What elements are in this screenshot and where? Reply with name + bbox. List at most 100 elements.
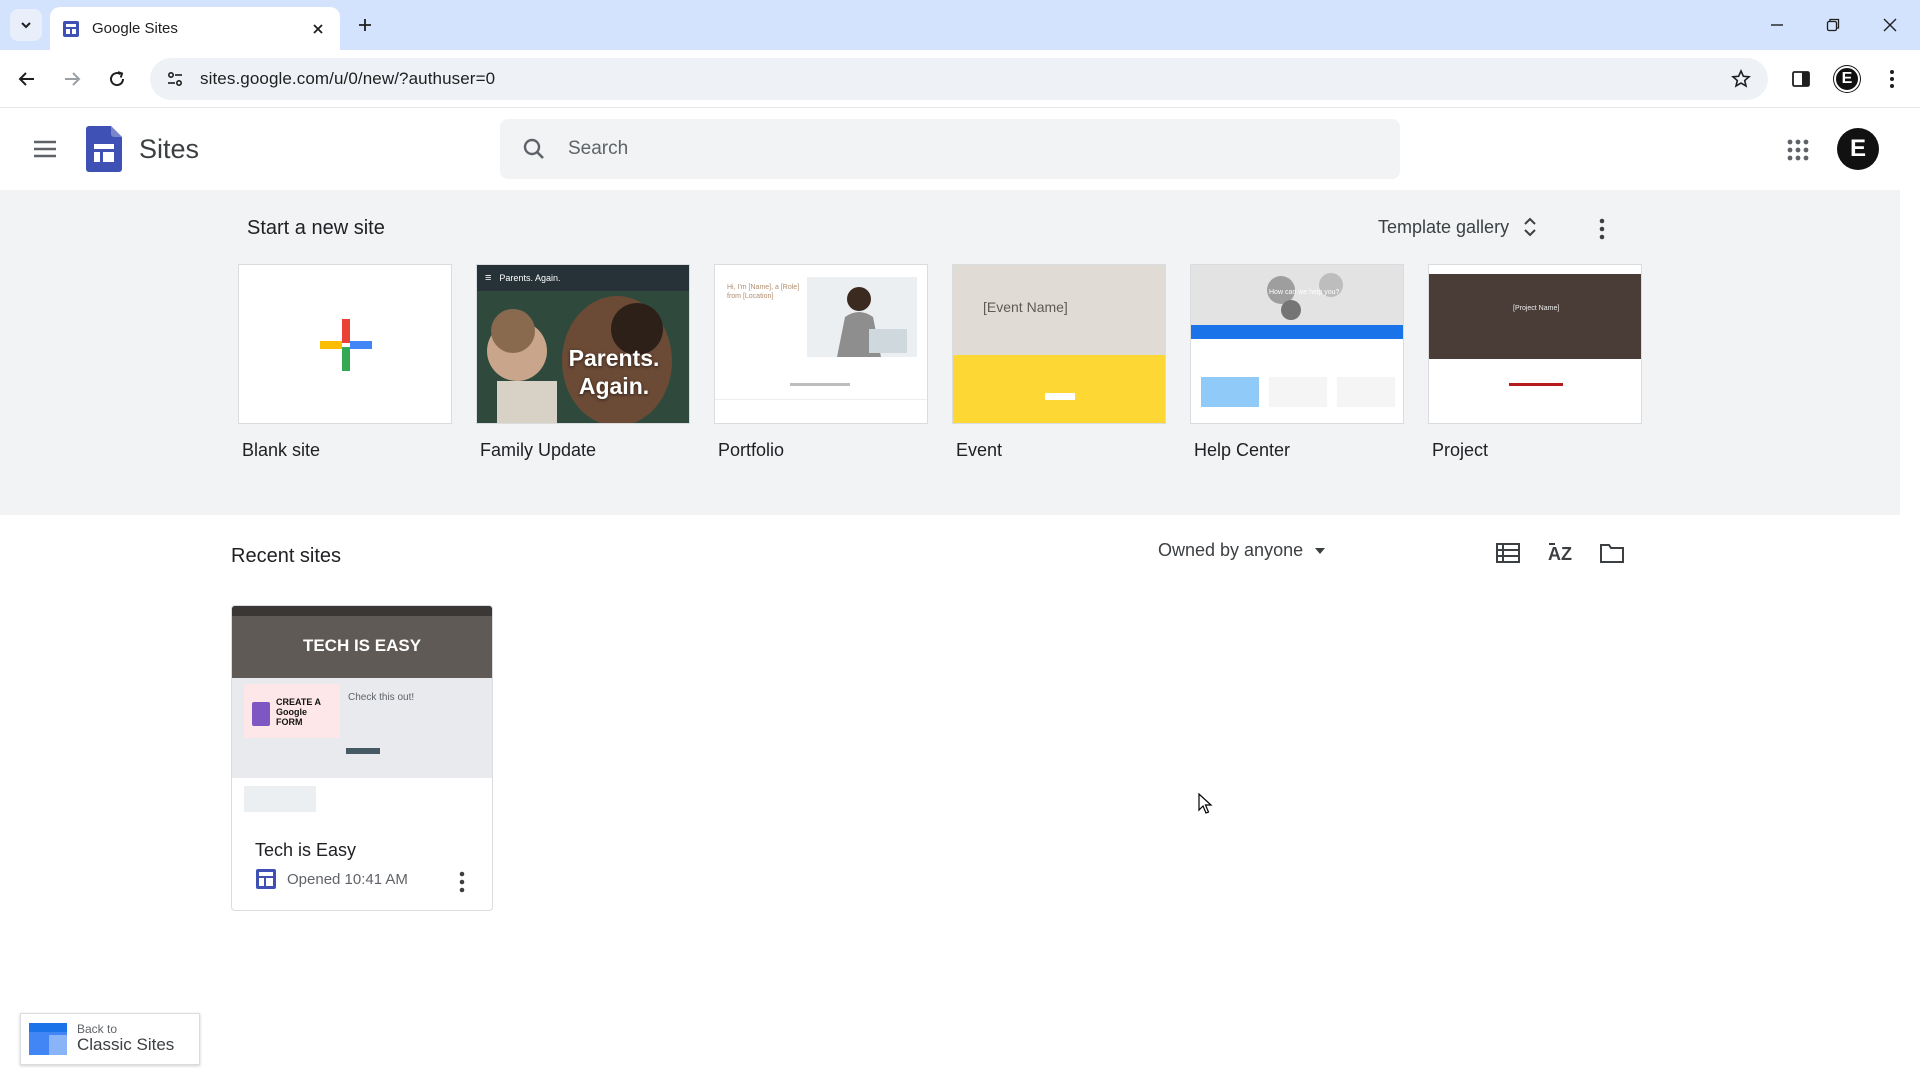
site-thumbnail[interactable]: TECH IS EASY CREATE A Google FORM Check …: [232, 606, 492, 818]
account-avatar[interactable]: E: [1837, 128, 1879, 170]
portfolio-photo-image: [807, 277, 917, 357]
thumb-navbar: ≡ Parents. Again.: [477, 265, 689, 291]
site-settings-icon[interactable]: [166, 70, 184, 88]
folder-icon: [1600, 544, 1624, 563]
tab-search-button[interactable]: [10, 9, 42, 41]
list-view-icon: [1496, 543, 1520, 563]
bookmark-button[interactable]: [1730, 68, 1752, 90]
reload-button[interactable]: [102, 64, 132, 94]
thumb-hero: [1429, 274, 1641, 359]
thumb-footer-card: [244, 786, 316, 812]
template-thumbnail[interactable]: [Event Name]: [952, 264, 1166, 424]
mouse-pointer-icon: [1198, 793, 1213, 814]
url-text[interactable]: sites.google.com/u/0/new/?authuser=0: [200, 69, 495, 89]
profile-avatar: E: [1834, 66, 1860, 92]
app-header: Sites Search E: [0, 108, 1920, 190]
sort-az-icon: AZ: [1548, 543, 1572, 564]
templates-more-button[interactable]: [1590, 214, 1614, 244]
forward-button[interactable]: [57, 64, 87, 94]
template-thumbnail[interactable]: [238, 264, 452, 424]
google-apps-button[interactable]: [1782, 134, 1814, 166]
address-bar[interactable]: sites.google.com/u/0/new/?authuser=0: [150, 58, 1768, 100]
thumb-heading: Hi, I'm [Name], a [Role] from [Location]: [727, 284, 800, 301]
template-gallery-toggle[interactable]: Template gallery: [1378, 216, 1537, 238]
restore-button[interactable]: [1818, 10, 1848, 40]
thumb-heading: How can we help you?: [1269, 289, 1340, 296]
template-label: Event: [956, 440, 1003, 460]
thumb-banner: TECH IS EASY: [232, 606, 492, 678]
thumb-footer: [715, 399, 927, 423]
svg-text:AZ: AZ: [1548, 544, 1572, 564]
thumb-yellow-band: [953, 355, 1165, 423]
list-view-button[interactable]: [1492, 537, 1524, 569]
section-title-new-site: Start a new site: [247, 217, 385, 239]
template-thumbnail[interactable]: How can we help you?: [1190, 264, 1404, 424]
more-vert-icon: [1890, 70, 1894, 88]
template-project[interactable]: [Project Name] Project: [1428, 264, 1642, 461]
close-icon: [313, 23, 323, 34]
classic-sites-icon: [29, 1023, 67, 1055]
sites-favicon-icon: [63, 20, 79, 37]
back-to-classic-sites-button[interactable]: Back to Classic Sites: [20, 1013, 200, 1065]
forms-logo-icon: [252, 702, 270, 726]
template-event[interactable]: [Event Name] Event: [952, 264, 1166, 461]
open-file-picker-button[interactable]: [1596, 537, 1628, 569]
back-button[interactable]: [12, 64, 42, 94]
thumb-card-2: [1269, 377, 1327, 407]
reload-icon: [110, 71, 125, 87]
template-label: Portfolio: [718, 440, 785, 460]
thumb-banner-text: TECH IS EASY: [302, 636, 422, 655]
close-window-button[interactable]: [1875, 10, 1905, 40]
recent-site-card[interactable]: TECH IS EASY CREATE A Google FORM Check …: [231, 605, 493, 911]
close-tab-button[interactable]: [308, 19, 328, 39]
owner-filter-dropdown[interactable]: Owned by anyone: [1158, 540, 1327, 561]
side-panel-button[interactable]: [1786, 64, 1816, 94]
new-tab-button[interactable]: [352, 12, 378, 38]
browser-toolbar: sites.google.com/u/0/new/?authuser=0 E: [0, 50, 1920, 108]
browser-menu-button[interactable]: [1877, 64, 1907, 94]
side-panel-icon: [1792, 71, 1810, 87]
thumb-button: [1045, 393, 1075, 400]
browser-tab-active[interactable]: Google Sites: [50, 7, 340, 50]
plus-color-icon: [320, 319, 372, 371]
site-name[interactable]: Tech is Easy: [255, 840, 356, 861]
hamburger-menu-icon: [34, 140, 56, 158]
template-thumbnail[interactable]: Hi, I'm [Name], a [Role] from [Location]: [714, 264, 928, 424]
site-more-button[interactable]: [452, 868, 472, 896]
template-thumbnail[interactable]: [Project Name]: [1428, 264, 1642, 424]
back-to-classic-text: Back to Classic Sites: [77, 1022, 174, 1055]
template-family-update[interactable]: ≡ Parents. Again. Parents. Again. Family…: [476, 264, 690, 461]
close-icon: [1883, 18, 1897, 32]
start-new-site-section: Start a new site Template gallery Blank …: [0, 190, 1900, 515]
template-portfolio[interactable]: Hi, I'm [Name], a [Role] from [Location]…: [714, 264, 928, 461]
search-icon[interactable]: [522, 137, 546, 161]
site-opened-time: Opened 10:41 AM: [287, 870, 408, 888]
template-label: Help Center: [1194, 440, 1291, 460]
template-help-center[interactable]: How can we help you? Help Center: [1190, 264, 1404, 461]
thumb-blue-band: [1191, 325, 1403, 339]
template-thumbnail[interactable]: ≡ Parents. Again. Parents. Again.: [476, 264, 690, 424]
thumb-navbar: [232, 606, 492, 616]
dropdown-arrow-icon: [1315, 547, 1326, 554]
search-input[interactable]: Search: [500, 119, 1400, 179]
thumb-video-card: CREATE A Google FORM: [244, 684, 340, 738]
template-gallery-label: Template gallery: [1378, 216, 1510, 237]
chevron-down-icon: [21, 22, 31, 29]
thumb-menu-icon: ≡: [485, 272, 492, 284]
browser-tabstrip: Google Sites: [0, 0, 1920, 50]
minimize-icon: [1771, 24, 1783, 26]
thumb-heading: [Project Name]: [1513, 305, 1560, 312]
template-label: Blank site: [242, 440, 321, 460]
sites-logo-icon: [86, 126, 122, 172]
template-label: Project: [1432, 440, 1489, 460]
owner-filter-label: Owned by anyone: [1158, 540, 1304, 560]
arrow-right-icon: [65, 72, 81, 86]
main-menu-button[interactable]: [28, 132, 62, 166]
thumb-line: [790, 383, 850, 386]
sort-az-button[interactable]: AZ: [1544, 537, 1576, 569]
profile-button[interactable]: E: [1832, 64, 1862, 94]
restore-icon: [1826, 18, 1840, 32]
template-blank-site[interactable]: Blank site: [238, 264, 452, 461]
minimize-button[interactable]: [1762, 10, 1792, 40]
thumb-heading: [Event Name]: [983, 299, 1068, 315]
